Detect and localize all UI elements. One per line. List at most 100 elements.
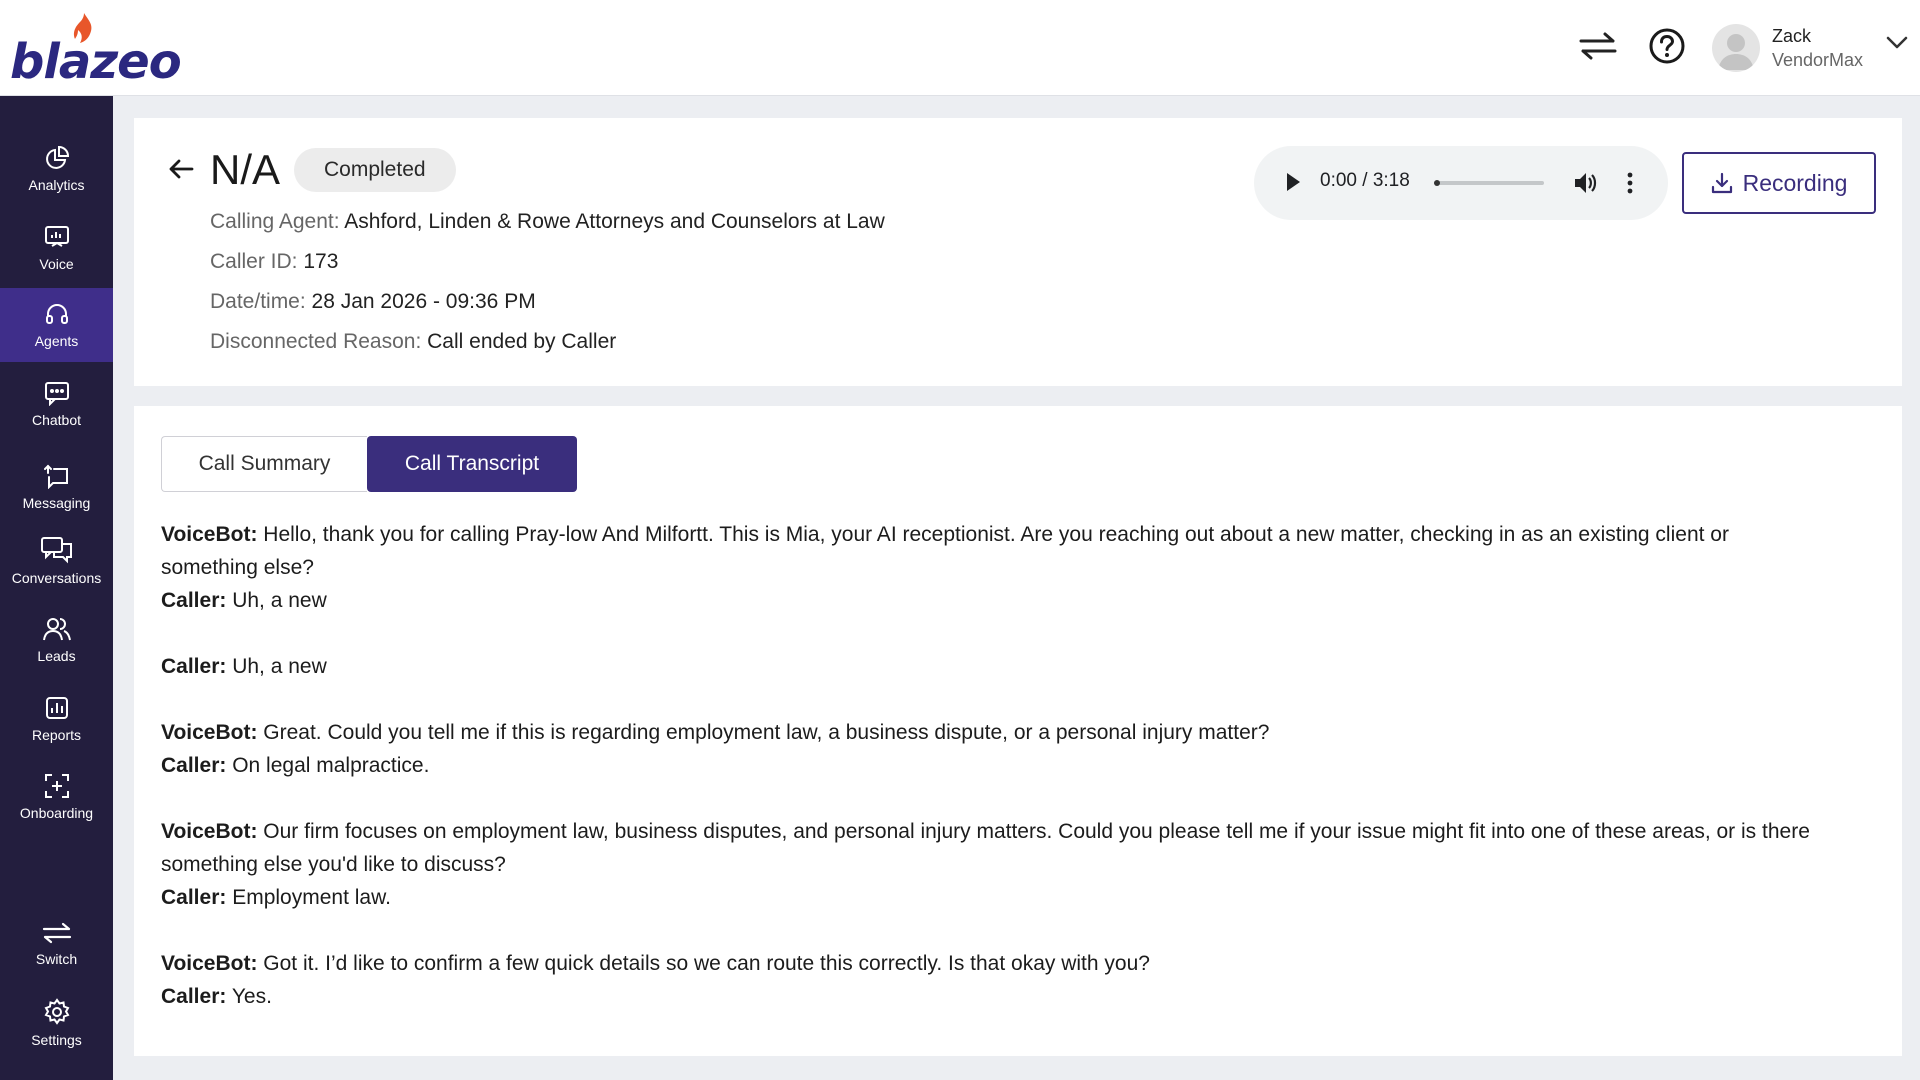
switch-arrows-icon[interactable] bbox=[1576, 24, 1620, 68]
chevron-down-icon[interactable] bbox=[1886, 36, 1908, 50]
logo-wordmark: blazeo bbox=[10, 34, 182, 90]
sidebar-item-conversations[interactable]: Conversations bbox=[0, 524, 113, 598]
datetime-row: Date/time: 28 Jan 2026 - 09:36 PM bbox=[210, 290, 536, 314]
onboarding-icon bbox=[44, 774, 69, 798]
help-icon[interactable] bbox=[1645, 24, 1689, 68]
volume-icon[interactable] bbox=[1572, 170, 1598, 196]
caller-id-label: Caller ID: bbox=[210, 250, 298, 273]
utterance: Hello, thank you for calling Pray-low An… bbox=[257, 523, 1729, 546]
top-bar: blazeo Zack VendorMax bbox=[0, 0, 1920, 96]
speaker-label: Caller: bbox=[161, 655, 227, 678]
play-icon[interactable] bbox=[1284, 171, 1302, 193]
speaker-label: Caller: bbox=[161, 589, 227, 612]
switch-icon bbox=[42, 922, 71, 944]
user-menu[interactable]: Zack VendorMax bbox=[1712, 20, 1908, 76]
sidebar-item-leads[interactable]: Leads bbox=[0, 603, 113, 677]
sidebar-item-reports[interactable]: Reports bbox=[0, 682, 113, 756]
caller-id-value: 173 bbox=[303, 250, 339, 273]
sidebar-item-label: Settings bbox=[31, 1032, 82, 1048]
tab-bar: Call Summary Call Transcript bbox=[161, 436, 577, 492]
datetime-label: Date/time: bbox=[210, 290, 306, 313]
utterance: Uh, a new bbox=[226, 589, 327, 612]
sidebar-item-messaging[interactable]: Messaging bbox=[0, 450, 113, 524]
user-name: Zack bbox=[1772, 26, 1812, 46]
utterance: Uh, a new bbox=[226, 655, 327, 678]
tab-call-summary[interactable]: Call Summary bbox=[161, 436, 367, 492]
page-title: N/A bbox=[210, 146, 281, 193]
transcript-line: VoiceBot: Great. Could you tell me if th… bbox=[161, 716, 1871, 749]
download-recording-button[interactable]: Recording bbox=[1682, 152, 1876, 214]
blazeo-logo[interactable]: blazeo bbox=[10, 12, 182, 90]
transcript-line: something else you'd like to discuss? bbox=[161, 848, 1871, 881]
leads-icon bbox=[42, 618, 71, 641]
transcript-line: Caller: Employment law. bbox=[161, 881, 1871, 914]
sidebar-item-switch[interactable]: Switch bbox=[0, 907, 113, 981]
sidebar-item-label: Switch bbox=[35, 951, 78, 967]
sidebar-item-label: Reports bbox=[31, 727, 82, 743]
utterance: Great. Could you tell me if this is rega… bbox=[257, 721, 1270, 744]
speaker-label: VoiceBot: bbox=[161, 952, 258, 975]
audio-time: 0:00 / 3:18 bbox=[1320, 170, 1410, 191]
calling-agent-row: Calling Agent: Ashford, Linden & Rowe At… bbox=[210, 210, 885, 234]
recording-label: Recording bbox=[1742, 169, 1848, 196]
headset-icon bbox=[45, 304, 68, 324]
speaker-label: Caller: bbox=[161, 886, 227, 909]
voice-icon bbox=[44, 226, 69, 247]
transcript-line: VoiceBot: Got it. I’d like to confirm a … bbox=[161, 947, 1871, 980]
sidebar: Analytics Voice Agents Chatbot Messaging… bbox=[0, 96, 113, 1080]
calling-agent-label: Calling Agent: bbox=[210, 210, 340, 233]
sidebar-item-label: Leads bbox=[37, 648, 76, 664]
disconnect-row: Disconnected Reason: Call ended by Calle… bbox=[210, 330, 616, 354]
sidebar-item-chatbot[interactable]: Chatbot bbox=[0, 367, 113, 441]
download-icon bbox=[1711, 172, 1732, 194]
transcript-line: Caller: On legal malpractice. bbox=[161, 749, 1871, 782]
utterance: Got it. I’d like to confirm a few quick … bbox=[257, 952, 1150, 975]
user-org: VendorMax bbox=[1772, 50, 1864, 70]
speaker-label: Caller: bbox=[161, 754, 227, 777]
sidebar-item-agents[interactable]: Agents bbox=[0, 288, 113, 362]
datetime-value: 28 Jan 2026 - 09:36 PM bbox=[311, 290, 536, 313]
transcript-line: Caller: Yes. bbox=[161, 980, 1871, 1013]
reports-icon bbox=[45, 697, 68, 719]
call-transcript: VoiceBot: Hello, thank you for calling P… bbox=[161, 518, 1871, 1013]
sidebar-item-label: Onboarding bbox=[19, 805, 94, 821]
sidebar-item-label: Voice bbox=[39, 256, 74, 272]
utterance: something else you'd like to discuss? bbox=[161, 853, 506, 876]
sidebar-item-label: Messaging bbox=[22, 495, 91, 511]
utterance: Employment law. bbox=[226, 886, 391, 909]
speaker-label: VoiceBot: bbox=[161, 820, 258, 843]
sidebar-item-label: Analytics bbox=[28, 177, 85, 193]
sidebar-item-label: Conversations bbox=[11, 570, 102, 586]
transcript-panel: Call Summary Call Transcript VoiceBot: H… bbox=[134, 406, 1902, 1056]
call-details-panel: N/A Completed Calling Agent: Ashford, Li… bbox=[134, 118, 1902, 386]
sidebar-item-voice[interactable]: Voice bbox=[0, 211, 113, 285]
utterance: Our firm focuses on employment law, busi… bbox=[257, 820, 1810, 843]
status-badge: Completed bbox=[294, 148, 456, 192]
transcript-line: something else? bbox=[161, 551, 1871, 584]
tab-call-transcript[interactable]: Call Transcript bbox=[367, 436, 577, 492]
analytics-icon bbox=[45, 145, 69, 169]
caller-id-row: Caller ID: 173 bbox=[210, 250, 338, 274]
audio-progress-track[interactable] bbox=[1434, 180, 1544, 186]
transcript-line: VoiceBot: Our firm focuses on employment… bbox=[161, 815, 1871, 848]
sidebar-item-label: Agents bbox=[34, 333, 79, 349]
sidebar-item-label: Chatbot bbox=[31, 412, 82, 428]
sidebar-item-analytics[interactable]: Analytics bbox=[0, 132, 113, 206]
disconnect-value: Call ended by Caller bbox=[427, 330, 617, 353]
gear-icon bbox=[44, 998, 69, 1025]
back-arrow-icon[interactable] bbox=[164, 152, 198, 186]
sidebar-item-settings[interactable]: Settings bbox=[0, 986, 113, 1060]
transcript-line: Caller: Uh, a new bbox=[161, 650, 1871, 683]
speaker-label: Caller: bbox=[161, 985, 227, 1008]
calling-agent-value: Ashford, Linden & Rowe Attorneys and Cou… bbox=[344, 210, 885, 233]
audio-progress-fill bbox=[1434, 180, 1440, 186]
sidebar-item-onboarding[interactable]: Onboarding bbox=[0, 760, 113, 834]
chatbot-icon bbox=[44, 382, 69, 406]
speaker-label: VoiceBot: bbox=[161, 721, 258, 744]
utterance: Yes. bbox=[226, 985, 272, 1008]
disconnect-label: Disconnected Reason: bbox=[210, 330, 422, 353]
utterance: On legal malpractice. bbox=[226, 754, 430, 777]
speaker-label: VoiceBot: bbox=[161, 523, 258, 546]
more-vertical-icon[interactable] bbox=[1624, 170, 1636, 196]
utterance: something else? bbox=[161, 556, 314, 579]
